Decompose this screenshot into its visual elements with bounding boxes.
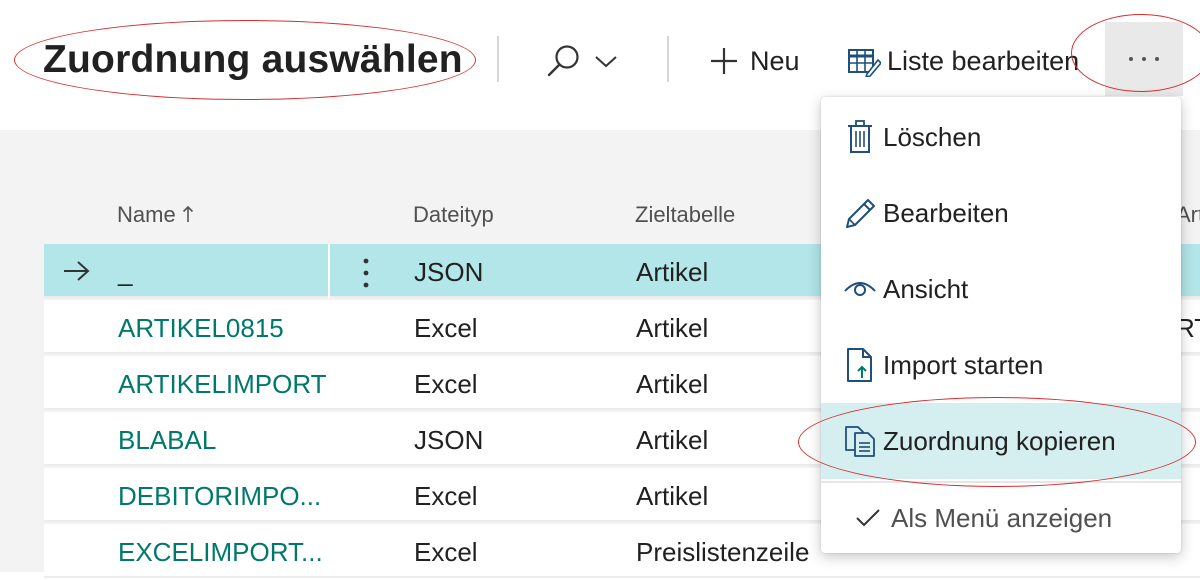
cell-target-table: Artikel <box>636 481 709 511</box>
column-header-file-type[interactable]: Dateityp <box>413 202 494 228</box>
edit-list-button[interactable]: Liste bearbeiten <box>847 36 1079 86</box>
cell-file-type: Excel <box>414 369 478 399</box>
menu-item-label: Löschen <box>883 121 982 152</box>
trash-icon <box>848 120 872 153</box>
cell-file-type: JSON <box>414 257 484 287</box>
cell-target-table: Preislistenzeile <box>636 537 810 567</box>
eye-icon <box>844 282 876 296</box>
cell-target-table: Artikel <box>636 369 709 399</box>
cell-name[interactable]: ARTIKELIMPORT <box>118 356 327 410</box>
search-icon <box>547 45 579 77</box>
header-separator <box>667 36 669 82</box>
edit-list-label: Liste bearbeiten <box>887 45 1080 76</box>
header-separator <box>497 36 499 82</box>
cell-name[interactable]: _ <box>118 244 132 298</box>
menu-item-label: Ansicht <box>883 273 969 304</box>
cell-target-table: Artikel <box>636 257 709 287</box>
new-button-label: Neu <box>750 45 800 76</box>
menu-item-label: Als Menü anzeigen <box>891 502 1113 533</box>
column-divider <box>328 244 330 298</box>
checkmark-icon <box>856 509 880 527</box>
cell-name[interactable]: ARTIKEL0815 <box>118 300 284 354</box>
cell-name[interactable]: EXCELIMPORT... <box>118 524 323 578</box>
pencil-icon <box>846 199 875 228</box>
plus-icon <box>711 48 737 74</box>
new-button[interactable]: Neu <box>708 36 800 86</box>
cell-name[interactable]: BLABAL <box>118 412 216 466</box>
menu-item-label: Bearbeiten <box>883 197 1009 228</box>
cell-target-table: Artikel <box>636 425 709 455</box>
cell-file-type: Excel <box>414 537 478 567</box>
cell-name[interactable]: DEBITORIMPO... <box>118 468 321 522</box>
search-button[interactable] <box>545 36 619 86</box>
annotation-ellipse-more <box>1071 14 1200 92</box>
menu-item-delete[interactable]: Löschen <box>821 99 1181 175</box>
column-header-target-table[interactable]: Zieltabelle <box>635 202 735 228</box>
sort-ascending-icon <box>182 205 193 222</box>
document-import-icon <box>847 348 872 382</box>
cell-file-type: JSON <box>414 425 484 455</box>
chevron-down-icon <box>595 56 617 68</box>
menu-item-view[interactable]: Ansicht <box>821 251 1181 327</box>
menu-item-edit[interactable]: Bearbeiten <box>821 175 1181 251</box>
edit-list-icon <box>848 49 881 77</box>
annotation-ellipse-title <box>14 20 476 100</box>
row-menu-icon[interactable] <box>360 256 372 290</box>
cell-target-table: Artikel <box>636 313 709 343</box>
cell-file-type: Excel <box>414 481 478 511</box>
annotation-ellipse-copy <box>798 397 1196 487</box>
menu-item-show-as-menu[interactable]: Als Menü anzeigen <box>821 483 1181 553</box>
column-header-name[interactable]: Name <box>117 202 194 228</box>
arrow-right-icon <box>64 261 90 281</box>
menu-item-label: Import starten <box>883 349 1044 380</box>
menu-item-start-import[interactable]: Import starten <box>821 327 1181 403</box>
cell-file-type: Excel <box>414 313 478 343</box>
